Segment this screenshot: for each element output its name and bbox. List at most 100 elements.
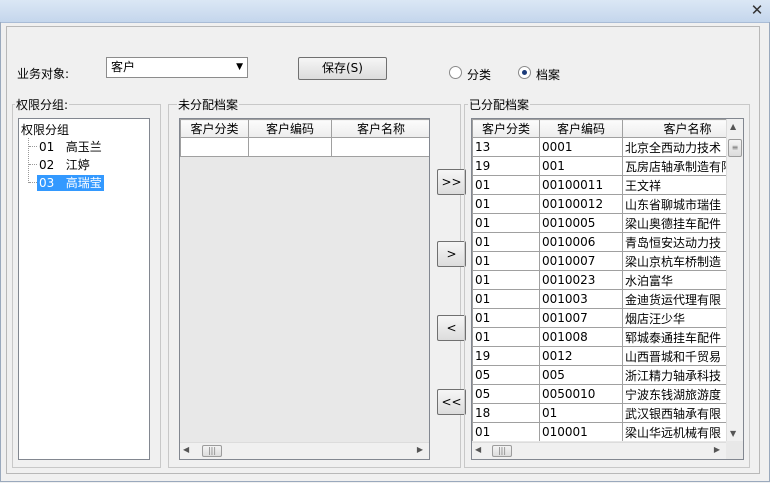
table-cell[interactable]: 武汉银西轴承有限: [622, 403, 726, 423]
scroll-right-icon[interactable]: ▶: [417, 445, 423, 454]
table-cell[interactable]: 0010007: [539, 251, 623, 271]
category-radio[interactable]: [449, 66, 462, 79]
table-cell[interactable]: 0010005: [539, 213, 623, 233]
tree-item-group-02[interactable]: 02 江婷: [39, 157, 90, 173]
table-cell[interactable]: 青岛恒安达动力技: [622, 232, 726, 252]
table-row[interactable]: [180, 137, 429, 157]
table-row[interactable]: 05 0050010 宁波东钱湖旅游度: [472, 384, 726, 404]
table-row[interactable]: 01 0010023 水泊富华: [472, 270, 726, 290]
archive-radio[interactable]: [518, 66, 531, 79]
table-cell[interactable]: 烟店汪少华: [622, 308, 726, 328]
table-cell[interactable]: 05: [472, 365, 540, 385]
table-cell[interactable]: 05: [472, 384, 540, 404]
table-row[interactable]: 01 001007 烟店汪少华: [472, 308, 726, 328]
unassigned-horizontal-scrollbar[interactable]: ◀ ||| ▶: [180, 442, 429, 459]
table-cell[interactable]: 01: [472, 175, 540, 195]
table-row[interactable]: 01 00100012 山东省聊城市瑞佳: [472, 194, 726, 214]
column-header[interactable]: 客户名称: [622, 119, 726, 138]
table-cell[interactable]: [180, 137, 249, 157]
table-row[interactable]: 01 010001 梁山华远机械有限: [472, 422, 726, 441]
table-cell[interactable]: 梁山京杭车桥制造: [622, 251, 726, 271]
table-cell[interactable]: 0010006: [539, 232, 623, 252]
column-header[interactable]: 客户分类: [180, 119, 249, 138]
scroll-up-icon[interactable]: ▲: [730, 122, 736, 131]
assigned-grid[interactable]: 客户分类 客户编码 客户名称 13 0001 北京全西动力技术 19 001 瓦房店轴承制…: [471, 118, 744, 460]
scroll-thumb[interactable]: |||: [492, 445, 512, 457]
move-all-right-button[interactable]: >>: [437, 169, 466, 195]
table-cell[interactable]: 00100012: [539, 194, 623, 214]
table-cell[interactable]: 梁山华远机械有限: [622, 422, 726, 441]
scroll-thumb[interactable]: ≡: [728, 139, 742, 157]
table-cell[interactable]: 浙江精力轴承科技: [622, 365, 726, 385]
table-cell[interactable]: 0010023: [539, 270, 623, 290]
column-header[interactable]: 客户编码: [539, 119, 623, 138]
table-cell[interactable]: 01: [472, 213, 540, 233]
scroll-left-icon[interactable]: ◀: [475, 445, 481, 454]
table-cell[interactable]: 01: [472, 194, 540, 214]
table-cell[interactable]: 01: [539, 403, 623, 423]
table-cell[interactable]: 01: [472, 232, 540, 252]
dropdown-arrow-icon[interactable]: ▼: [236, 58, 243, 77]
table-row[interactable]: 13 0001 北京全西动力技术: [472, 137, 726, 157]
table-cell[interactable]: 梁山奥德挂车配件: [622, 213, 726, 233]
table-cell[interactable]: 01: [472, 308, 540, 328]
table-cell[interactable]: 0050010: [539, 384, 623, 404]
table-row[interactable]: 05 005 浙江精力轴承科技: [472, 365, 726, 385]
table-row[interactable]: 01 001003 金迪货运代理有限: [472, 289, 726, 309]
table-cell[interactable]: 王文祥: [622, 175, 726, 195]
table-cell[interactable]: 山西晋城和千贸易: [622, 346, 726, 366]
table-cell[interactable]: 18: [472, 403, 540, 423]
table-cell[interactable]: 01: [472, 270, 540, 290]
table-cell[interactable]: 瓦房店轴承制造有限: [622, 156, 726, 176]
table-cell[interactable]: 19: [472, 346, 540, 366]
table-cell[interactable]: 01: [472, 251, 540, 271]
tree-root[interactable]: 权限分组: [21, 122, 69, 138]
table-row[interactable]: 18 01 武汉银西轴承有限: [472, 403, 726, 423]
close-icon[interactable]: ✕: [746, 0, 768, 20]
table-cell[interactable]: 宁波东钱湖旅游度: [622, 384, 726, 404]
tree-item-group-03[interactable]: 03 高瑞莹: [37, 175, 104, 191]
column-header[interactable]: 客户编码: [248, 119, 332, 138]
table-cell[interactable]: 19: [472, 156, 540, 176]
move-left-button[interactable]: <: [437, 315, 466, 341]
table-cell[interactable]: 郓城泰通挂车配件: [622, 327, 726, 347]
tree-item-group-01[interactable]: 01 高玉兰: [39, 139, 102, 155]
table-cell[interactable]: 01: [472, 422, 540, 441]
table-cell[interactable]: [248, 137, 332, 157]
table-cell[interactable]: 01: [472, 327, 540, 347]
scroll-thumb[interactable]: |||: [202, 445, 222, 457]
table-cell[interactable]: 001007: [539, 308, 623, 328]
table-cell[interactable]: 北京全西动力技术: [622, 137, 726, 157]
table-cell[interactable]: 山东省聊城市瑞佳: [622, 194, 726, 214]
move-all-left-button[interactable]: <<: [437, 389, 466, 415]
table-cell[interactable]: 00100011: [539, 175, 623, 195]
table-cell[interactable]: 005: [539, 365, 623, 385]
scroll-down-icon[interactable]: ▼: [730, 429, 736, 438]
table-cell[interactable]: 010001: [539, 422, 623, 441]
scroll-left-icon[interactable]: ◀: [183, 445, 189, 454]
table-cell[interactable]: [331, 137, 429, 157]
table-cell[interactable]: 001: [539, 156, 623, 176]
table-row[interactable]: 01 001008 郓城泰通挂车配件: [472, 327, 726, 347]
assigned-horizontal-scrollbar[interactable]: ◀ ||| ▶: [472, 442, 726, 459]
table-cell[interactable]: 金迪货运代理有限: [622, 289, 726, 309]
table-cell[interactable]: 001008: [539, 327, 623, 347]
table-row[interactable]: 01 0010006 青岛恒安达动力技: [472, 232, 726, 252]
scroll-right-icon[interactable]: ▶: [714, 445, 720, 454]
column-header[interactable]: 客户分类: [472, 119, 540, 138]
table-cell[interactable]: 13: [472, 137, 540, 157]
unassigned-grid[interactable]: 客户分类 客户编码 客户名称 ◀ ||| ▶: [179, 118, 430, 460]
assigned-vertical-scrollbar[interactable]: ▲ ≡ ▼: [726, 119, 743, 441]
table-cell[interactable]: 0001: [539, 137, 623, 157]
column-header[interactable]: 客户名称: [331, 119, 429, 138]
table-cell[interactable]: 01: [472, 289, 540, 309]
table-row[interactable]: 01 00100011 王文祥: [472, 175, 726, 195]
table-row[interactable]: 01 0010007 梁山京杭车桥制造: [472, 251, 726, 271]
table-row[interactable]: 19 0012 山西晋城和千贸易: [472, 346, 726, 366]
table-cell[interactable]: 水泊富华: [622, 270, 726, 290]
table-cell[interactable]: 001003: [539, 289, 623, 309]
table-cell[interactable]: 0012: [539, 346, 623, 366]
business-object-select[interactable]: 客户 ▼: [106, 57, 248, 78]
table-row[interactable]: 01 0010005 梁山奥德挂车配件: [472, 213, 726, 233]
table-row[interactable]: 19 001 瓦房店轴承制造有限: [472, 156, 726, 176]
